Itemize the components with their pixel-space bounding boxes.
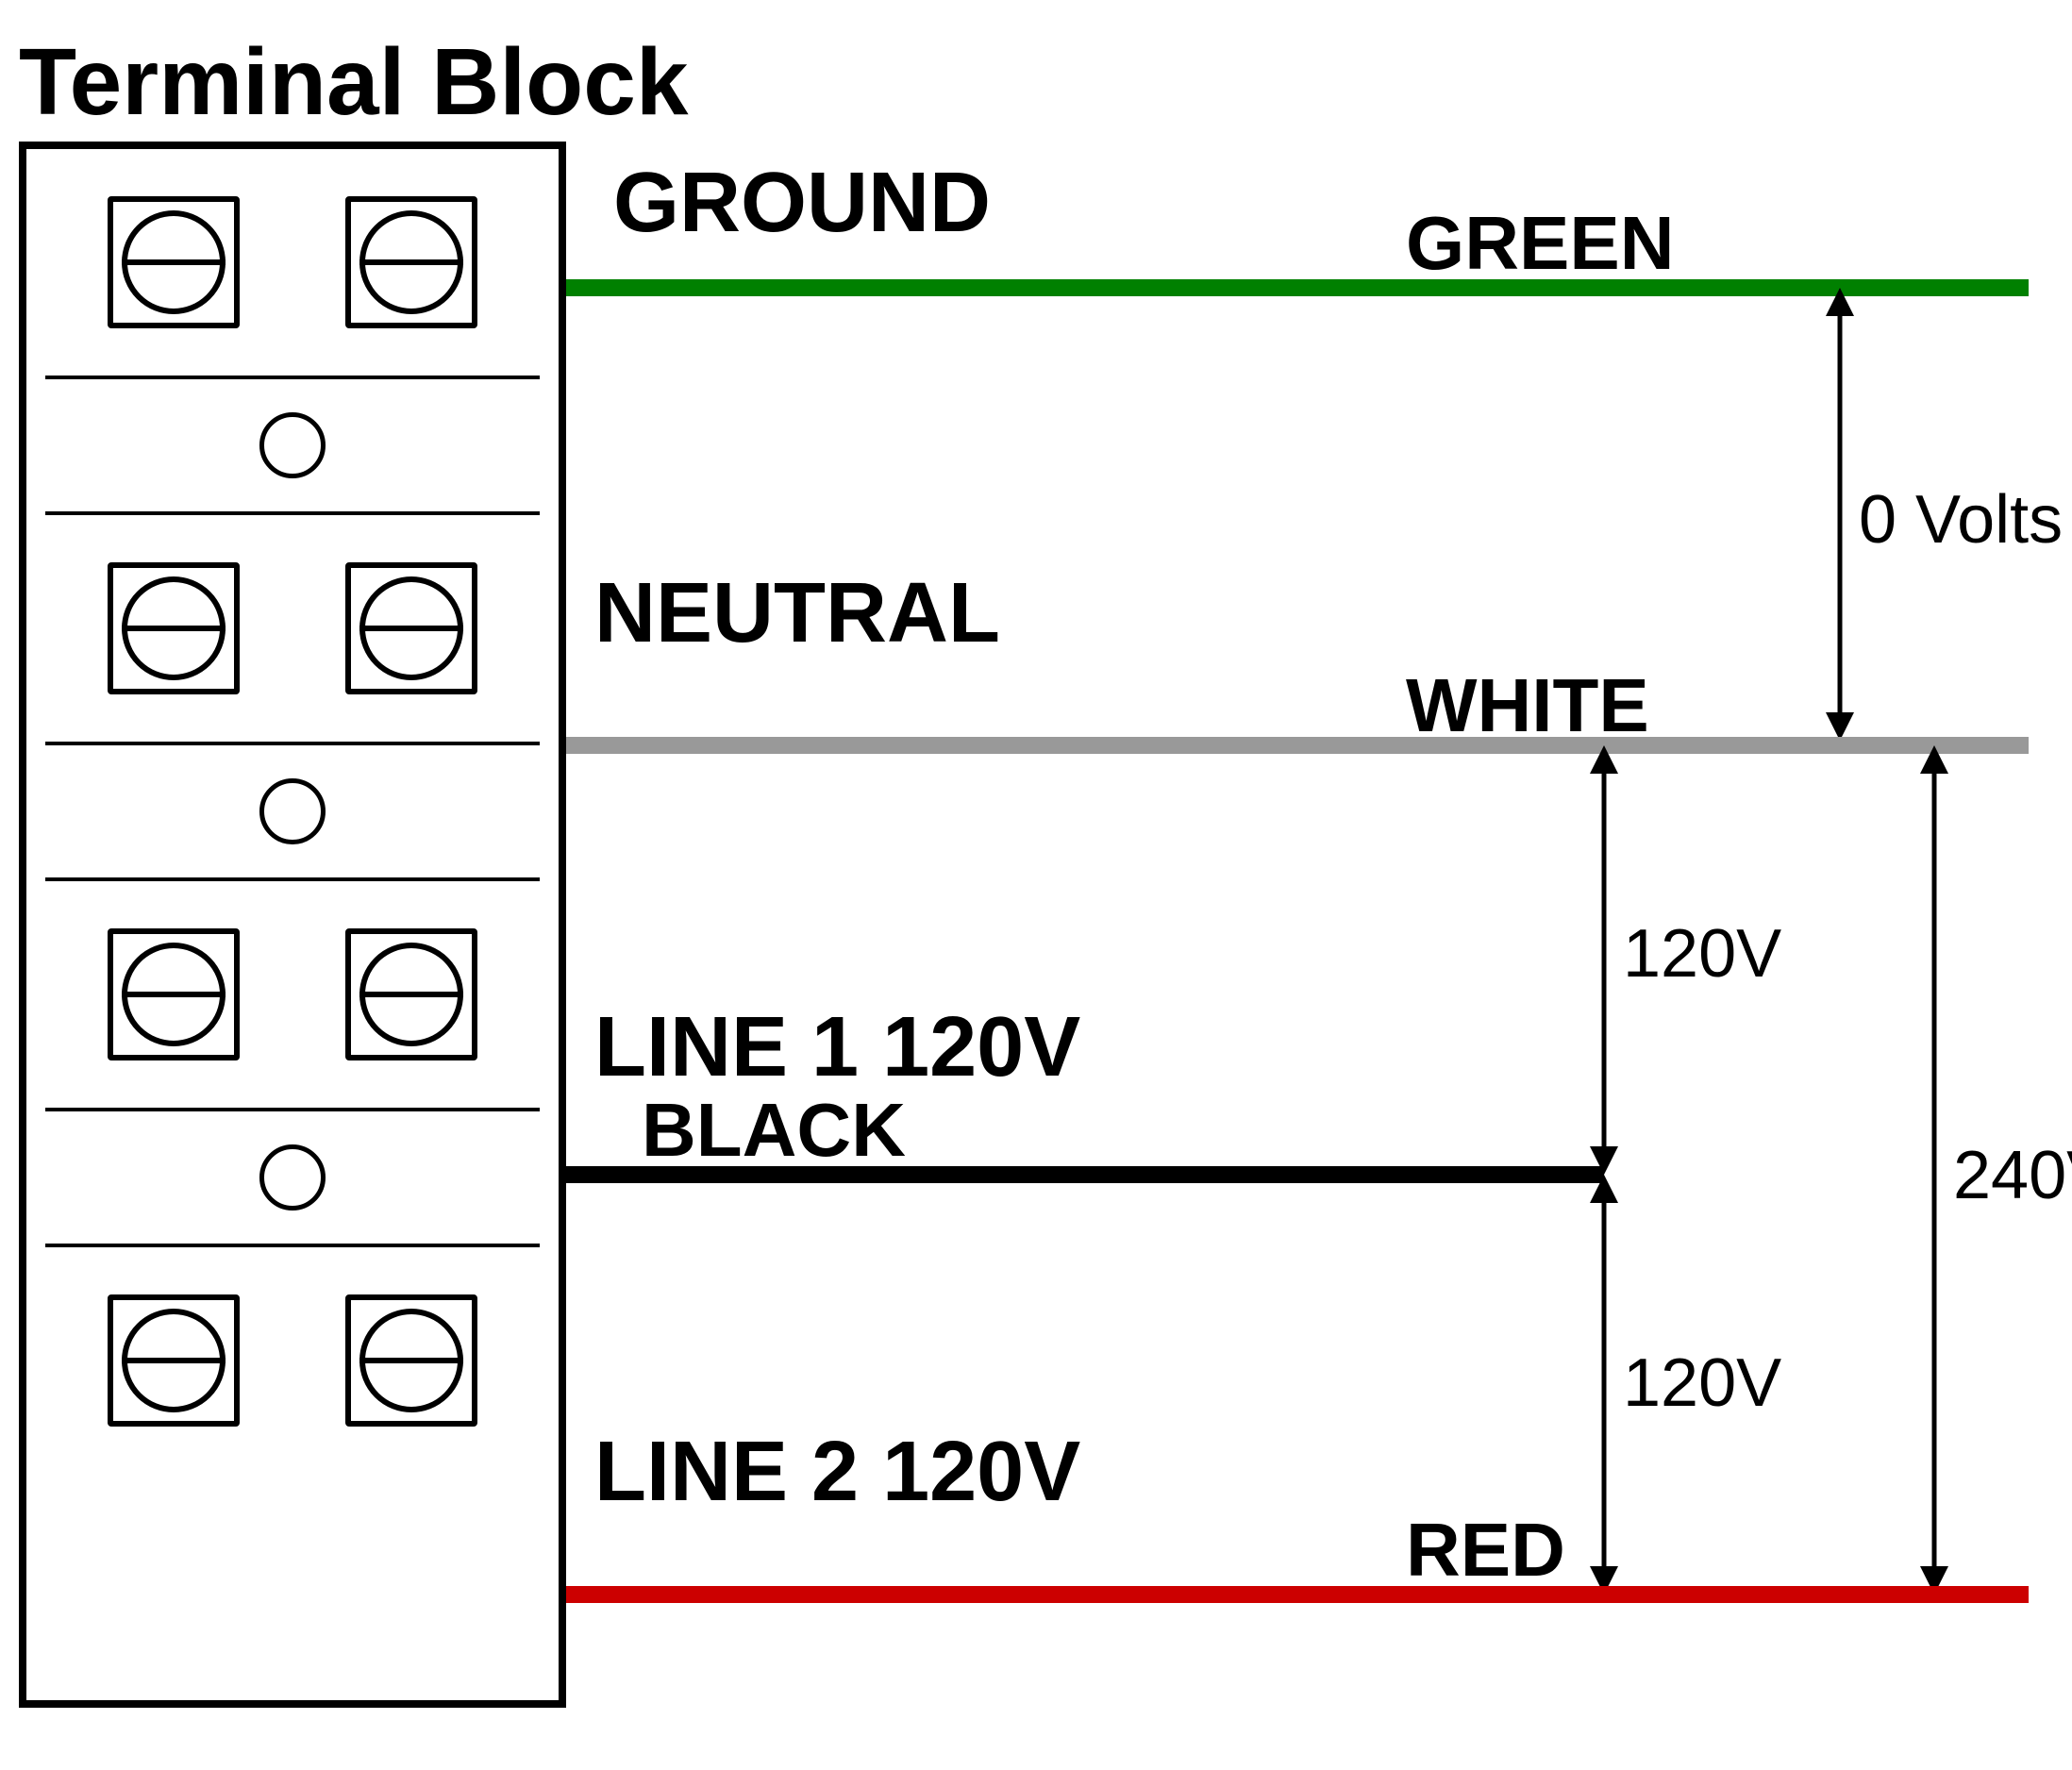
- black-label: BLACK: [642, 1088, 906, 1172]
- ground-label: GROUND: [613, 156, 991, 250]
- white-label: WHITE: [1406, 663, 1649, 747]
- neutral-label: NEUTRAL: [594, 566, 1000, 660]
- page-container: Terminal Block: [0, 0, 2072, 1770]
- wiring-diagram: GROUND GREEN 0 Volts NEUTRAL WHITE 120V …: [0, 0, 2072, 1770]
- zero-volts-label: 0 Volts: [1859, 482, 2063, 558]
- red-label: RED: [1406, 1508, 1565, 1592]
- 120v-label-right: 120V: [1623, 1345, 1781, 1421]
- green-label: GREEN: [1406, 201, 1675, 285]
- line1-label: LINE 1 120V: [594, 1000, 1080, 1094]
- 240v-label: 240V: [1953, 1138, 2072, 1213]
- arrow-down-zero-head: [1826, 712, 1854, 741]
- line2-label: LINE 2 120V: [594, 1425, 1080, 1519]
- 120v-label-left: 120V: [1623, 916, 1781, 992]
